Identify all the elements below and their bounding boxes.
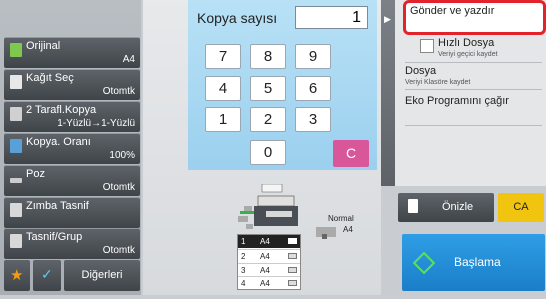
paper-tray-list: 1 A4 2 A4 3 A4 4 A4	[237, 234, 301, 290]
quick-file-label: Hızlı Dosya	[438, 37, 495, 49]
others-button[interactable]: Diğerleri	[64, 260, 140, 291]
clear-all-button[interactable]: CA	[498, 193, 544, 222]
exposure-button[interactable]: Poz Otomtk	[4, 165, 140, 196]
tray-row[interactable]: 2 A4	[238, 249, 300, 263]
file-button[interactable]: Dosya Veriyi Klasöre kaydet	[405, 63, 542, 90]
quick-file-button[interactable]: Hızlı Dosya Veriyi geçici kaydet	[405, 35, 542, 63]
exposure-icon	[10, 178, 22, 183]
tray-number: 3	[241, 266, 246, 275]
send-and-print-button[interactable]: Gönder ve yazdır	[403, 0, 546, 35]
preview-icon	[408, 199, 418, 213]
key-6[interactable]: 6	[295, 76, 331, 101]
favorite-button[interactable]: ★	[4, 260, 30, 291]
clear-key[interactable]: C	[333, 140, 369, 167]
key-9[interactable]: 9	[295, 44, 331, 69]
original-button[interactable]: Orijinal A4	[4, 37, 140, 68]
tray-icon	[288, 238, 297, 244]
start-label: Başlama	[454, 255, 501, 269]
copy-count-panel: Kopya sayısı 1 7 8 9 4 5 6 1 2 3 0 C Nor…	[143, 0, 381, 295]
key-8[interactable]: 8	[250, 44, 286, 69]
sort-group-button[interactable]: Tasnif/Grup Otomtk	[4, 228, 140, 259]
key-7[interactable]: 7	[205, 44, 241, 69]
tray-icon	[288, 280, 297, 286]
key-3[interactable]: 3	[295, 107, 331, 132]
numeric-keypad: Kopya sayısı 1 7 8 9 4 5 6 1 2 3 0 C	[188, 0, 377, 170]
output-tray-label: Normal	[328, 214, 354, 223]
copy-count-label: Kopya sayısı	[197, 10, 278, 26]
paper-select-label: Kağıt Seç	[26, 72, 74, 84]
staple-sort-button[interactable]: Zımba Tasnif	[4, 197, 140, 228]
duplex-copy-value: 1-Yüzlü→1-Yüzlü	[57, 118, 135, 129]
original-value: A4	[122, 54, 135, 65]
sort-group-label: Tasnif/Grup	[26, 231, 83, 243]
duplex-copy-label: 2 Tarafl.Kopya	[26, 104, 97, 116]
preview-label: Önizle	[442, 201, 474, 213]
tray-number: 1	[241, 237, 246, 246]
paper-select-button[interactable]: Kağıt Seç Otomtk	[4, 69, 140, 100]
document-icon	[10, 43, 22, 57]
check-button[interactable]: ✓	[33, 260, 61, 291]
tray-size: A4	[260, 266, 270, 275]
key-1[interactable]: 1	[205, 107, 241, 132]
tray-icon	[288, 253, 297, 259]
tray-row[interactable]: 1 A4	[238, 235, 300, 248]
eco-program-button[interactable]: Eko Programını çağır	[405, 91, 542, 126]
original-label: Orijinal	[26, 40, 61, 52]
key-2[interactable]: 2	[250, 107, 286, 132]
key-4[interactable]: 4	[205, 76, 241, 101]
copy-ratio-label: Kopya. Oranı	[26, 136, 91, 148]
start-button[interactable]: Başlama	[402, 234, 545, 291]
panel-toggle[interactable]: ▶	[381, 0, 395, 186]
eco-program-label: Eko Programını çağır	[405, 95, 509, 107]
settings-column: Orijinal A4 Kağıt Seç Otomtk 2 Tarafl.Ko…	[0, 0, 141, 295]
staple-sort-label: Zımba Tasnif	[26, 200, 89, 212]
checkmark-icon: ✓	[41, 266, 53, 282]
tray-number: 2	[241, 252, 246, 261]
preview-button[interactable]: Önizle	[398, 193, 494, 222]
tray-size: A4	[260, 252, 270, 261]
output-size-label: A4	[343, 225, 353, 234]
tray-size: A4	[260, 279, 270, 288]
start-icon	[412, 251, 436, 275]
checkbox-icon	[420, 39, 434, 53]
others-label: Diğerleri	[81, 269, 123, 281]
tray-number: 4	[241, 279, 246, 288]
file-label: Dosya	[405, 65, 437, 77]
zoom-icon	[10, 139, 22, 153]
paper-icon	[10, 75, 22, 89]
tray-row[interactable]: 4 A4	[238, 276, 300, 290]
tray-row[interactable]: 3 A4	[238, 263, 300, 277]
sort-icon	[10, 234, 22, 248]
collapse-arrow-icon: ▶	[384, 14, 391, 24]
key-0[interactable]: 0	[250, 140, 286, 165]
key-5[interactable]: 5	[250, 76, 286, 101]
copy-ratio-value: 100%	[109, 150, 135, 161]
paper-select-value: Otomtk	[102, 86, 135, 97]
tray-icon	[288, 267, 297, 273]
exposure-value: Otomtk	[102, 182, 135, 193]
quick-file-sub: Veriyi geçici kaydet	[438, 51, 498, 58]
duplex-copy-button[interactable]: 2 Tarafl.Kopya 1-Yüzlü→1-Yüzlü	[4, 101, 140, 132]
sort-group-value: Otomtk	[102, 245, 135, 256]
duplex-icon	[10, 107, 22, 121]
staple-icon	[10, 203, 22, 217]
copy-count-field[interactable]: 1	[295, 6, 368, 29]
star-icon: ★	[10, 267, 24, 284]
send-and-print-label: Gönder ve yazdır	[410, 5, 495, 17]
tray-size: A4	[260, 237, 270, 246]
file-sub: Veriyi Klasöre kaydet	[405, 79, 471, 86]
exposure-label: Poz	[26, 168, 45, 180]
copy-ratio-button[interactable]: Kopya. Oranı 100%	[4, 133, 140, 164]
